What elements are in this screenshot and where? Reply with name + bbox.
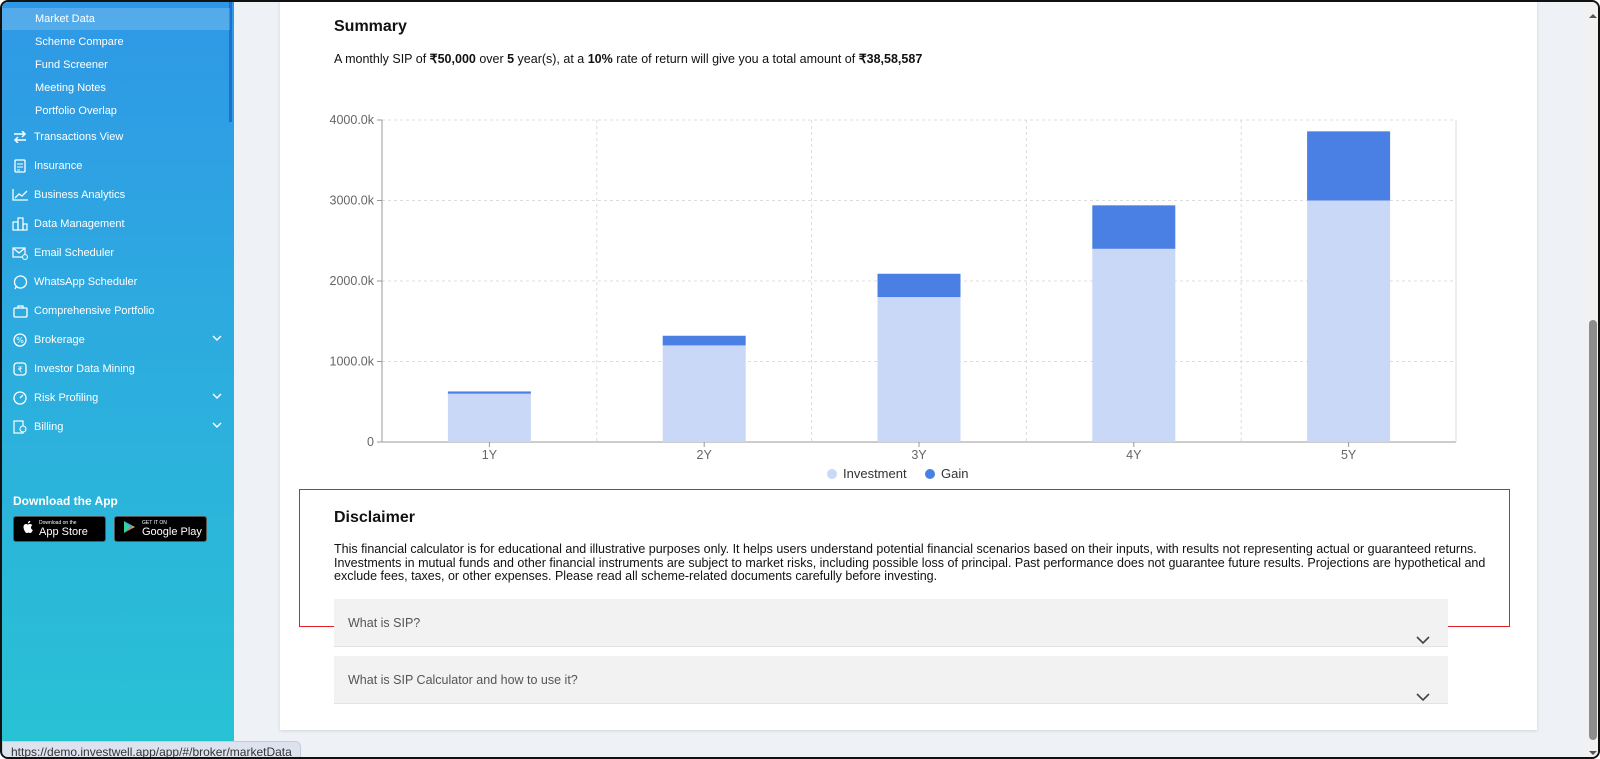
summary-text-part: rate of return will give you a total amo… [612, 52, 859, 66]
gauge-icon [12, 390, 28, 406]
app-store-button[interactable]: Download on the App Store [13, 516, 106, 542]
y-tick-label: 0 [367, 435, 374, 449]
whatsapp-icon [12, 274, 28, 290]
sidebar-item-investor-data-mining[interactable]: ₹ Investor Data Mining [12, 356, 222, 382]
email-icon [12, 245, 28, 261]
y-tick-label: 2000.0k [330, 274, 375, 288]
sidebar-item-label: WhatsApp Scheduler [34, 276, 138, 288]
summary-text-part: over [475, 52, 508, 66]
scroll-up-arrow-icon[interactable] [1588, 6, 1598, 24]
rupee-icon: ₹ [12, 361, 28, 377]
sidebar-item-label: Comprehensive Portfolio [34, 305, 155, 317]
faq-question: What is SIP? [348, 616, 421, 630]
database-icon [12, 216, 28, 232]
briefcase-icon [12, 303, 28, 319]
summary-text-part: A monthly SIP of [334, 52, 430, 66]
legend-marker-investment [827, 469, 837, 479]
sidebar-item-label: Transactions View [34, 131, 124, 143]
sidebar-subitem-market-data[interactable]: Market Data [2, 8, 230, 30]
bar-investment-2y [662, 345, 746, 442]
apple-icon [22, 520, 34, 539]
svg-text:%: % [16, 336, 24, 345]
sidebar-item-label: Billing [34, 421, 64, 433]
sip-total: ₹38,58,587 [858, 52, 923, 66]
x-tick-label: 2Y [697, 448, 713, 462]
svg-text:₹: ₹ [17, 366, 22, 375]
sidebar-item-brokerage[interactable]: % Brokerage [12, 327, 222, 353]
x-tick-label: 1Y [482, 448, 498, 462]
sidebar-subitem-meeting-notes[interactable]: Meeting Notes [35, 77, 106, 99]
legend-label-investment: Investment [843, 466, 907, 481]
billing-icon [12, 419, 28, 435]
sidebar-subitem-scheme-compare[interactable]: Scheme Compare [35, 31, 124, 53]
disclaimer-text: This financial calculator is for educati… [334, 542, 1486, 583]
faq-item-sip-calculator[interactable]: What is SIP Calculator and how to use it… [334, 656, 1448, 704]
sidebar-item-label: Data Management [34, 218, 125, 230]
sidebar-item-label: Business Analytics [34, 189, 126, 201]
scroll-down-arrow-icon[interactable] [1588, 743, 1598, 757]
google-play-button[interactable]: GET IT ON Google Play [114, 516, 207, 542]
analytics-icon [12, 187, 28, 203]
google-play-big-text: Google Play [142, 526, 202, 538]
chevron-down-icon[interactable] [212, 391, 222, 403]
chevron-down-icon[interactable] [212, 420, 222, 432]
bar-gain-2y [662, 335, 746, 346]
bar-investment-5y [1307, 200, 1391, 442]
legend-label-gain: Gain [941, 466, 968, 481]
x-tick-label: 3Y [911, 448, 927, 462]
sidebar-subitem-portfolio-overlap[interactable]: Portfolio Overlap [35, 100, 117, 122]
sidebar-item-label: Risk Profiling [34, 392, 99, 404]
bar-gain-4y [1092, 205, 1176, 249]
sidebar-item-business-analytics[interactable]: Business Analytics [12, 182, 222, 208]
disclaimer-title: Disclaimer [334, 509, 415, 526]
sidebar-item-label: Insurance [34, 160, 83, 172]
summary-text: A monthly SIP of ₹50,000 over 5 year(s),… [334, 51, 922, 66]
sidebar: Market Data Scheme Compare Fund Screener… [2, 2, 234, 757]
bar-gain-1y [447, 391, 531, 394]
summary-text-part: year(s), at a [514, 52, 588, 66]
y-tick-label: 3000.0k [330, 194, 375, 208]
sidebar-subitem-fund-screener[interactable]: Fund Screener [35, 54, 108, 76]
scrollbar-thumb[interactable] [1589, 320, 1597, 740]
percent-icon: % [12, 332, 28, 348]
sidebar-item-label: Brokerage [34, 334, 85, 346]
chevron-down-icon[interactable] [212, 333, 222, 345]
play-icon [123, 520, 136, 539]
x-tick-label: 5Y [1341, 448, 1357, 462]
bar-gain-5y [1307, 131, 1391, 201]
bar-investment-4y [1092, 248, 1176, 442]
app-store-big-text: App Store [39, 526, 88, 538]
download-app-title: Download the App [13, 494, 118, 508]
sip-growth-chart: 0 1000.0k 2000.0k 3000.0k 4000.0k 1Y 2Y 3Y 4Y 5Y I… [330, 113, 1457, 481]
x-tick-label: 4Y [1126, 448, 1142, 462]
sidebar-item-comprehensive-portfolio[interactable]: Comprehensive Portfolio [12, 298, 222, 324]
y-tick-label: 4000.0k [330, 113, 375, 127]
y-tick-label: 1000.0k [330, 355, 375, 369]
transactions-icon [12, 129, 28, 145]
sidebar-item-email-scheduler[interactable]: Email Scheduler [12, 240, 222, 266]
sidebar-item-transactions-view[interactable]: Transactions View [12, 124, 222, 150]
insurance-icon [12, 158, 28, 174]
sidebar-item-whatsapp-scheduler[interactable]: WhatsApp Scheduler [12, 269, 222, 295]
sidebar-item-data-management[interactable]: Data Management [12, 211, 222, 237]
sidebar-item-label: Investor Data Mining [34, 363, 135, 375]
sidebar-item-label: Email Scheduler [34, 247, 115, 259]
status-bar-url: https://demo.investwell.app/app/#/broker… [2, 741, 301, 757]
sip-amount: ₹50,000 [429, 52, 476, 66]
bar-investment-1y [447, 393, 531, 442]
chevron-down-icon[interactable] [1416, 674, 1430, 722]
sidebar-item-insurance[interactable]: Insurance [12, 153, 222, 179]
sidebar-item-risk-profiling[interactable]: Risk Profiling [12, 385, 222, 411]
faq-item-what-is-sip[interactable]: What is SIP? [334, 599, 1448, 647]
faq-question: What is SIP Calculator and how to use it… [348, 673, 578, 687]
bar-gain-3y [877, 273, 961, 298]
sip-rate: 10% [587, 52, 613, 66]
bar-investment-3y [877, 297, 961, 442]
summary-title: Summary [334, 18, 407, 35]
legend-marker-gain [925, 469, 935, 479]
app-window: Market Data Scheme Compare Fund Screener… [0, 0, 1600, 759]
sidebar-item-billing[interactable]: Billing [12, 414, 222, 440]
